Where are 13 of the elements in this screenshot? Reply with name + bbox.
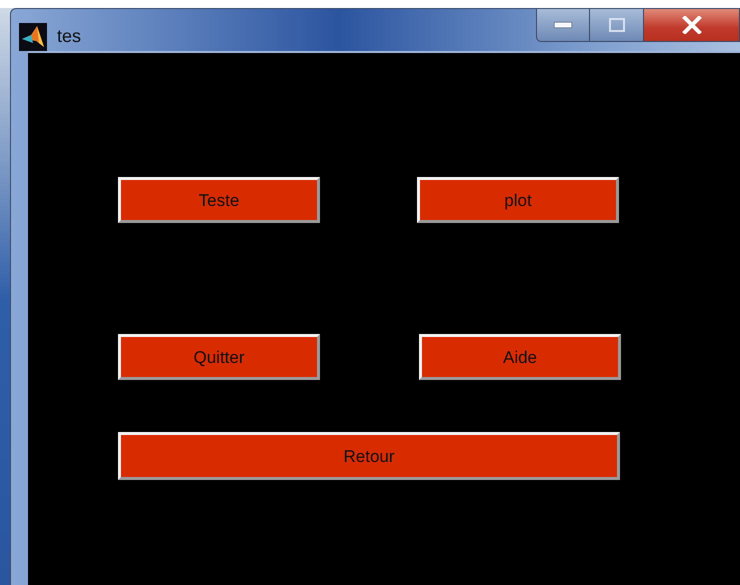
minimize-icon — [554, 22, 572, 28]
minimize-button[interactable] — [536, 9, 590, 42]
push-button[interactable]: plot — [417, 177, 619, 223]
close-button[interactable] — [644, 9, 740, 42]
app-logo-icon — [19, 23, 47, 51]
maximize-button[interactable] — [590, 9, 644, 42]
window-title: tes — [57, 25, 82, 47]
push-button[interactable]: Aide — [419, 334, 621, 380]
push-button[interactable]: Retour — [118, 432, 620, 480]
push-button[interactable]: Quitter — [118, 334, 320, 380]
maximize-icon — [608, 18, 624, 32]
push-button[interactable]: Teste — [118, 177, 320, 223]
close-icon — [680, 16, 702, 34]
